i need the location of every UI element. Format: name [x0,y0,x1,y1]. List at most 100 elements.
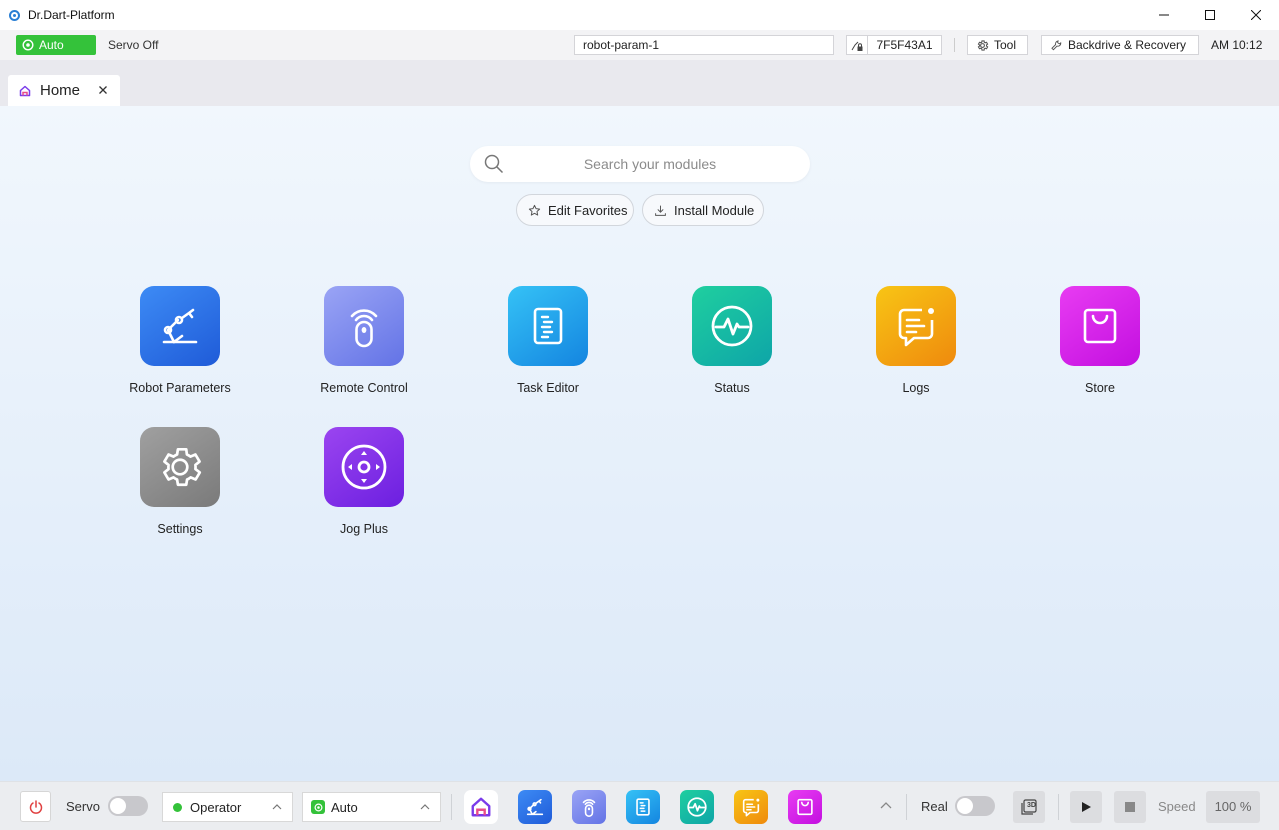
divider [954,38,955,52]
maximize-button[interactable] [1187,0,1233,30]
backdrive-recovery-button[interactable]: Backdrive & Recovery [1041,35,1199,55]
module-label: Task Editor [517,381,579,395]
robot-id: 7F5F43A1 [867,35,942,55]
chevron-up-icon [420,802,430,812]
status-bar: Auto Servo Off robot-param-1 7F5F43A1 To… [0,30,1279,60]
play-button[interactable] [1070,791,1102,823]
module-search [470,146,810,182]
operator-select[interactable]: Operator [162,792,293,822]
module-task-editor[interactable]: Task Editor [483,286,613,395]
window-controls [1141,0,1279,30]
stop-icon [1125,802,1135,812]
clock: AM 10:12 [1211,38,1263,52]
dock-logs[interactable] [734,790,768,824]
mode-badge: Auto [16,35,96,55]
tab-label: Home [40,82,81,99]
joystick-icon [324,427,404,507]
search-input[interactable] [470,156,810,172]
message-icon [876,286,956,366]
module-label: Remote Control [320,381,408,395]
remote-control-icon [582,799,596,817]
stop-button[interactable] [1114,791,1146,823]
speed-label: Speed [1158,799,1196,814]
module-label: Logs [902,381,930,395]
backdrive-label: Backdrive & Recovery [1068,38,1187,52]
module-remote-control[interactable]: Remote Control [299,286,429,395]
dock-home[interactable] [464,790,498,824]
play-icon [1082,802,1091,812]
speed-value[interactable]: 100 % [1206,791,1260,823]
servo-label: Servo [66,799,100,814]
maximize-icon [1205,10,1215,20]
tab-home[interactable]: Home [8,75,120,106]
view-3d-label: 3D [1027,802,1036,809]
robot-lock-icon [851,41,862,51]
auto-mode-icon [22,39,34,51]
download-icon [655,205,666,216]
tool-label: Tool [994,38,1017,52]
module-robot-parameters[interactable]: Robot Parameters [115,286,245,395]
install-module-button[interactable]: Install Module [642,194,764,226]
module-label: Robot Parameters [129,381,231,395]
bottom-bar: Servo Operator Auto Real 3D Speed 100 % [0,781,1279,830]
close-icon [99,86,107,94]
pulse-icon [687,797,707,817]
real-label: Real [921,799,948,814]
module-label: Jog Plus [340,522,388,536]
wrench-icon [1051,39,1062,50]
pulse-icon [692,286,772,366]
message-icon [742,798,760,817]
robot-arm-icon [140,286,220,366]
close-window-button[interactable] [1233,0,1279,30]
dock-remote-control[interactable] [572,790,606,824]
minimize-button[interactable] [1141,0,1187,30]
close-icon [1251,10,1261,20]
tab-bar: Home [0,60,1279,106]
module-label: Status [714,381,750,395]
divider [451,794,452,820]
param-name-field[interactable]: robot-param-1 [574,35,834,55]
module-store[interactable]: Store [1035,286,1165,395]
robot-arm-icon [526,798,544,816]
auto-mode-icon [311,800,325,814]
dock-task-editor[interactable] [626,790,660,824]
window-title: Dr.Dart-Platform [28,8,115,22]
gear-icon [140,427,220,507]
divider [906,794,907,820]
task-editor-icon [508,286,588,366]
module-status[interactable]: Status [667,286,797,395]
module-jog-plus[interactable]: Jog Plus [299,427,429,536]
module-label: Store [1085,381,1115,395]
dock-store[interactable] [788,790,822,824]
star-icon [528,204,541,216]
status-dot-icon [173,802,182,812]
mode-select-label: Auto [331,799,358,815]
home-icon [471,797,491,817]
mode-select[interactable]: Auto [302,792,441,822]
module-logs[interactable]: Logs [851,286,981,395]
module-settings[interactable]: Settings [115,427,245,536]
servo-status: Servo Off [108,38,159,52]
divider [1058,794,1059,820]
mode-label: Auto [39,38,64,52]
dock-status[interactable] [680,790,714,824]
edit-favorites-label: Edit Favorites [548,202,628,218]
module-label: Settings [157,522,203,536]
tool-button[interactable]: Tool [967,35,1028,55]
power-button[interactable] [20,791,51,822]
real-toggle[interactable] [955,796,995,816]
shopping-bag-icon [1060,286,1140,366]
edit-favorites-button[interactable]: Edit Favorites [516,194,634,226]
home-content: Edit Favorites Install Module Robot Para… [0,106,1279,781]
robot-lock-button[interactable] [846,35,868,55]
search-icon [484,154,504,174]
view-3d-button[interactable]: 3D [1013,791,1045,823]
servo-toggle[interactable] [108,796,148,816]
minimize-icon [1159,14,1169,16]
chevron-up-icon [272,802,282,812]
gear-icon [977,39,989,51]
task-editor-icon [636,798,650,816]
dock-expand-button[interactable] [880,801,892,811]
tab-close-button[interactable] [96,83,110,97]
dock-robot-parameters[interactable] [518,790,552,824]
